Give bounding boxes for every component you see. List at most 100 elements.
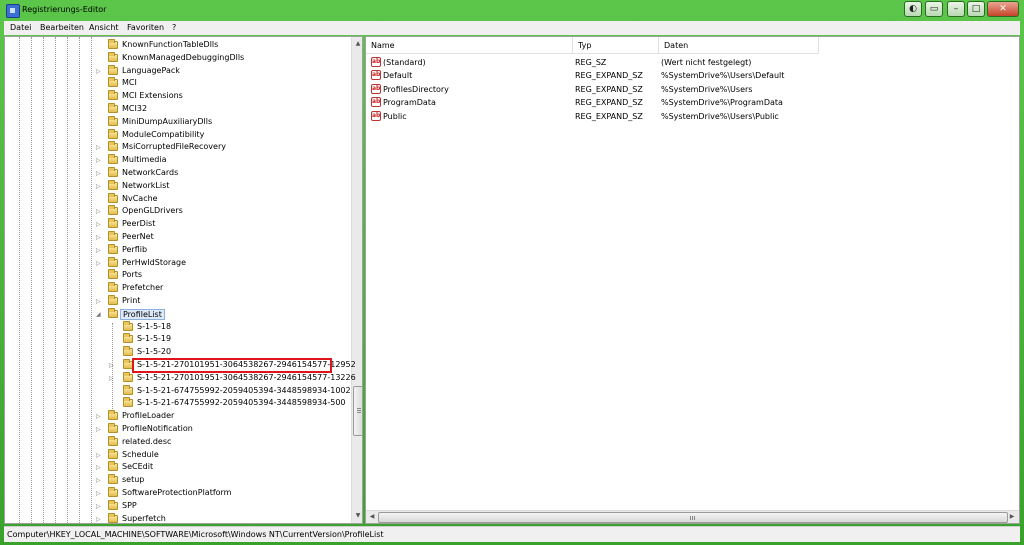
scroll-up-arrow[interactable]: ▲ bbox=[353, 39, 362, 49]
tree-item[interactable]: KnownManagedDebuggingDlls bbox=[5, 51, 345, 65]
collapse-arrow-icon[interactable]: ◢ bbox=[96, 311, 101, 318]
tree-item[interactable]: ▷ setup bbox=[5, 474, 345, 487]
tree-item[interactable]: Prefetcher bbox=[5, 282, 345, 295]
tree-item[interactable]: ▷ Schedule bbox=[5, 448, 345, 462]
tree-item[interactable]: ▷ SeCEdit bbox=[5, 461, 345, 474]
expand-arrow-icon[interactable]: ▷ bbox=[96, 221, 101, 228]
expand-arrow-icon[interactable]: ▷ bbox=[96, 68, 101, 75]
tree-item[interactable]: ▷ S-1-5-21-270101951-3064538267-29461545… bbox=[5, 371, 356, 385]
expand-arrow-icon[interactable]: ▷ bbox=[96, 298, 101, 305]
expand-arrow-icon[interactable]: ▷ bbox=[96, 157, 101, 164]
tree-item[interactable]: ▷ PerHwIdStorage bbox=[5, 256, 345, 270]
tree-item[interactable]: ModuleCompatibility bbox=[5, 128, 345, 142]
aero-peek-button[interactable]: ◐ bbox=[904, 1, 922, 17]
expand-arrow-icon[interactable]: ▷ bbox=[96, 477, 101, 484]
tree-item-label: Perflib bbox=[122, 244, 148, 254]
column-header-daten[interactable]: Daten bbox=[659, 37, 819, 54]
tree-item[interactable]: MCI bbox=[5, 77, 345, 90]
tree-item[interactable]: MiniDumpAuxiliaryDlls bbox=[5, 115, 345, 129]
tree-item-label: KnownFunctionTableDlls bbox=[122, 40, 219, 49]
menu-bearbeiten[interactable]: Bearbeiten bbox=[40, 23, 84, 32]
tree-item[interactable]: ▷ Perflib bbox=[5, 243, 345, 257]
expand-arrow-icon[interactable]: ▷ bbox=[96, 144, 101, 151]
tree-item[interactable]: ▷ Print bbox=[5, 295, 345, 308]
expand-arrow-icon[interactable]: ▷ bbox=[96, 183, 101, 190]
expand-arrow-icon[interactable]: ▷ bbox=[96, 516, 101, 523]
menu-datei[interactable]: Datei bbox=[10, 23, 31, 32]
tree-item[interactable]: ▷ LanguagePack bbox=[5, 64, 345, 78]
column-header-typ[interactable]: Typ bbox=[573, 37, 659, 54]
snap-button[interactable]: ▭ bbox=[925, 1, 943, 17]
tree-item[interactable]: Ports bbox=[5, 269, 345, 282]
folder-icon bbox=[108, 167, 118, 177]
tree-item[interactable]: S-1-5-18 bbox=[5, 320, 345, 334]
key-tree-pane[interactable]: ▲ ▼ KnownFunctionTableDlls KnownManagedD… bbox=[4, 36, 363, 524]
tree-item[interactable]: S-1-5-21-674755992-2059405394-3448598934… bbox=[5, 384, 351, 398]
scroll-right-arrow[interactable]: ▶ bbox=[1007, 512, 1017, 522]
expand-arrow-icon[interactable]: ▷ bbox=[96, 426, 101, 433]
tree-item[interactable]: ▷ PeerDist bbox=[5, 218, 345, 231]
tree-item-label: Schedule bbox=[122, 449, 159, 459]
tree-item[interactable]: ▷ NetworkList bbox=[5, 179, 345, 193]
tree-item[interactable]: ▷ OpenGLDrivers bbox=[5, 205, 345, 218]
scroll-left-arrow[interactable]: ◀ bbox=[367, 512, 377, 522]
expand-arrow-icon[interactable]: ▷ bbox=[96, 170, 101, 177]
expand-arrow-icon[interactable]: ▷ bbox=[96, 503, 101, 510]
tree-item[interactable]: S-1-5-21-674755992-2059405394-3448598934… bbox=[5, 397, 346, 410]
tree-item[interactable]: ▷ PeerNet bbox=[5, 231, 345, 244]
folder-icon bbox=[108, 256, 118, 267]
tree-item[interactable]: MCI32 bbox=[5, 103, 345, 116]
title-bar[interactable]: Registrierungs-Editor ◐ ▭ – □ ✕ bbox=[0, 0, 1024, 21]
list-scroll-thumb[interactable] bbox=[378, 512, 1008, 523]
tree-item[interactable]: ▷ MsiCorruptedFileRecovery bbox=[5, 141, 345, 154]
tree-item[interactable]: ▷ ProfileNotification bbox=[5, 423, 345, 436]
expand-arrow-icon[interactable]: ▷ bbox=[96, 247, 101, 254]
expand-arrow-icon[interactable]: ▷ bbox=[109, 375, 114, 382]
tree-item[interactable]: NvCache bbox=[5, 192, 345, 206]
tree-item[interactable]: ▷ Superfetch bbox=[5, 512, 345, 523]
tree-item[interactable]: ▷ NetworkCards bbox=[5, 167, 345, 180]
expand-arrow-icon[interactable]: ▷ bbox=[96, 490, 101, 497]
tree-vertical-scrollbar[interactable]: ▲ ▼ bbox=[351, 37, 362, 523]
expand-arrow-icon[interactable]: ▷ bbox=[109, 362, 114, 369]
expand-arrow-icon[interactable]: ▷ bbox=[96, 260, 101, 267]
expand-arrow-icon[interactable]: ▷ bbox=[96, 452, 101, 459]
column-header-name[interactable]: Name bbox=[366, 37, 573, 54]
value-row[interactable]: ab (Standard) REG_SZ (Wert nicht festgel… bbox=[366, 56, 1006, 69]
expand-arrow-icon[interactable]: ▷ bbox=[96, 208, 101, 215]
value-row[interactable]: ab ProfilesDirectory REG_EXPAND_SZ %Syst… bbox=[366, 83, 1006, 96]
list-horizontal-scrollbar[interactable]: ◀ ▶ bbox=[366, 510, 1019, 523]
tree-item[interactable]: ▷ ProfileLoader bbox=[5, 410, 345, 423]
tree-item[interactable]: ◢ ProfileList bbox=[5, 307, 345, 321]
tree-item[interactable]: MCI Extensions bbox=[5, 90, 345, 103]
expand-arrow-icon[interactable]: ▷ bbox=[96, 413, 101, 420]
value-row[interactable]: ab ProgramData REG_EXPAND_SZ %SystemDriv… bbox=[366, 96, 1006, 109]
values-list-pane[interactable]: Name Typ Daten ◀ ▶ ab (Standard) REG_SZ … bbox=[365, 36, 1020, 524]
minimize-button[interactable]: – bbox=[947, 1, 965, 17]
folder-icon bbox=[108, 307, 118, 318]
tree-item-label: LanguagePack bbox=[122, 65, 180, 75]
tree-item[interactable]: KnownFunctionTableDlls bbox=[5, 39, 345, 52]
maximize-button[interactable]: □ bbox=[967, 1, 985, 17]
expand-arrow-icon[interactable]: ▷ bbox=[96, 234, 101, 241]
tree-item[interactable]: ▷ Multimedia bbox=[5, 154, 345, 167]
tree-item-label: NetworkCards bbox=[122, 168, 179, 177]
scroll-down-arrow[interactable]: ▼ bbox=[353, 511, 362, 521]
tree-scroll-thumb[interactable] bbox=[353, 386, 362, 436]
tree-item[interactable]: ▷ SoftwareProtectionPlatform bbox=[5, 487, 345, 500]
menu-favoriten[interactable]: Favoriten bbox=[127, 23, 164, 32]
menu-ansicht[interactable]: Ansicht bbox=[89, 23, 119, 32]
folder-icon bbox=[108, 487, 118, 497]
value-row[interactable]: ab Public REG_EXPAND_SZ %SystemDrive%\Us… bbox=[366, 110, 1006, 123]
tree-item-label: MiniDumpAuxiliaryDlls bbox=[122, 116, 213, 126]
tree-item[interactable]: S-1-5-19 bbox=[5, 333, 345, 346]
tree-item[interactable]: related.desc bbox=[5, 435, 345, 449]
tree-item-label: SeCEdit bbox=[122, 462, 154, 472]
menu-help[interactable]: ? bbox=[172, 23, 176, 32]
expand-arrow-icon[interactable]: ▷ bbox=[96, 464, 101, 471]
close-button[interactable]: ✕ bbox=[987, 1, 1019, 17]
value-row[interactable]: ab Default REG_EXPAND_SZ %SystemDrive%\U… bbox=[366, 69, 1006, 82]
folder-icon bbox=[108, 90, 118, 101]
folder-icon bbox=[108, 154, 118, 165]
tree-item[interactable]: ▷ SPP bbox=[5, 499, 345, 513]
